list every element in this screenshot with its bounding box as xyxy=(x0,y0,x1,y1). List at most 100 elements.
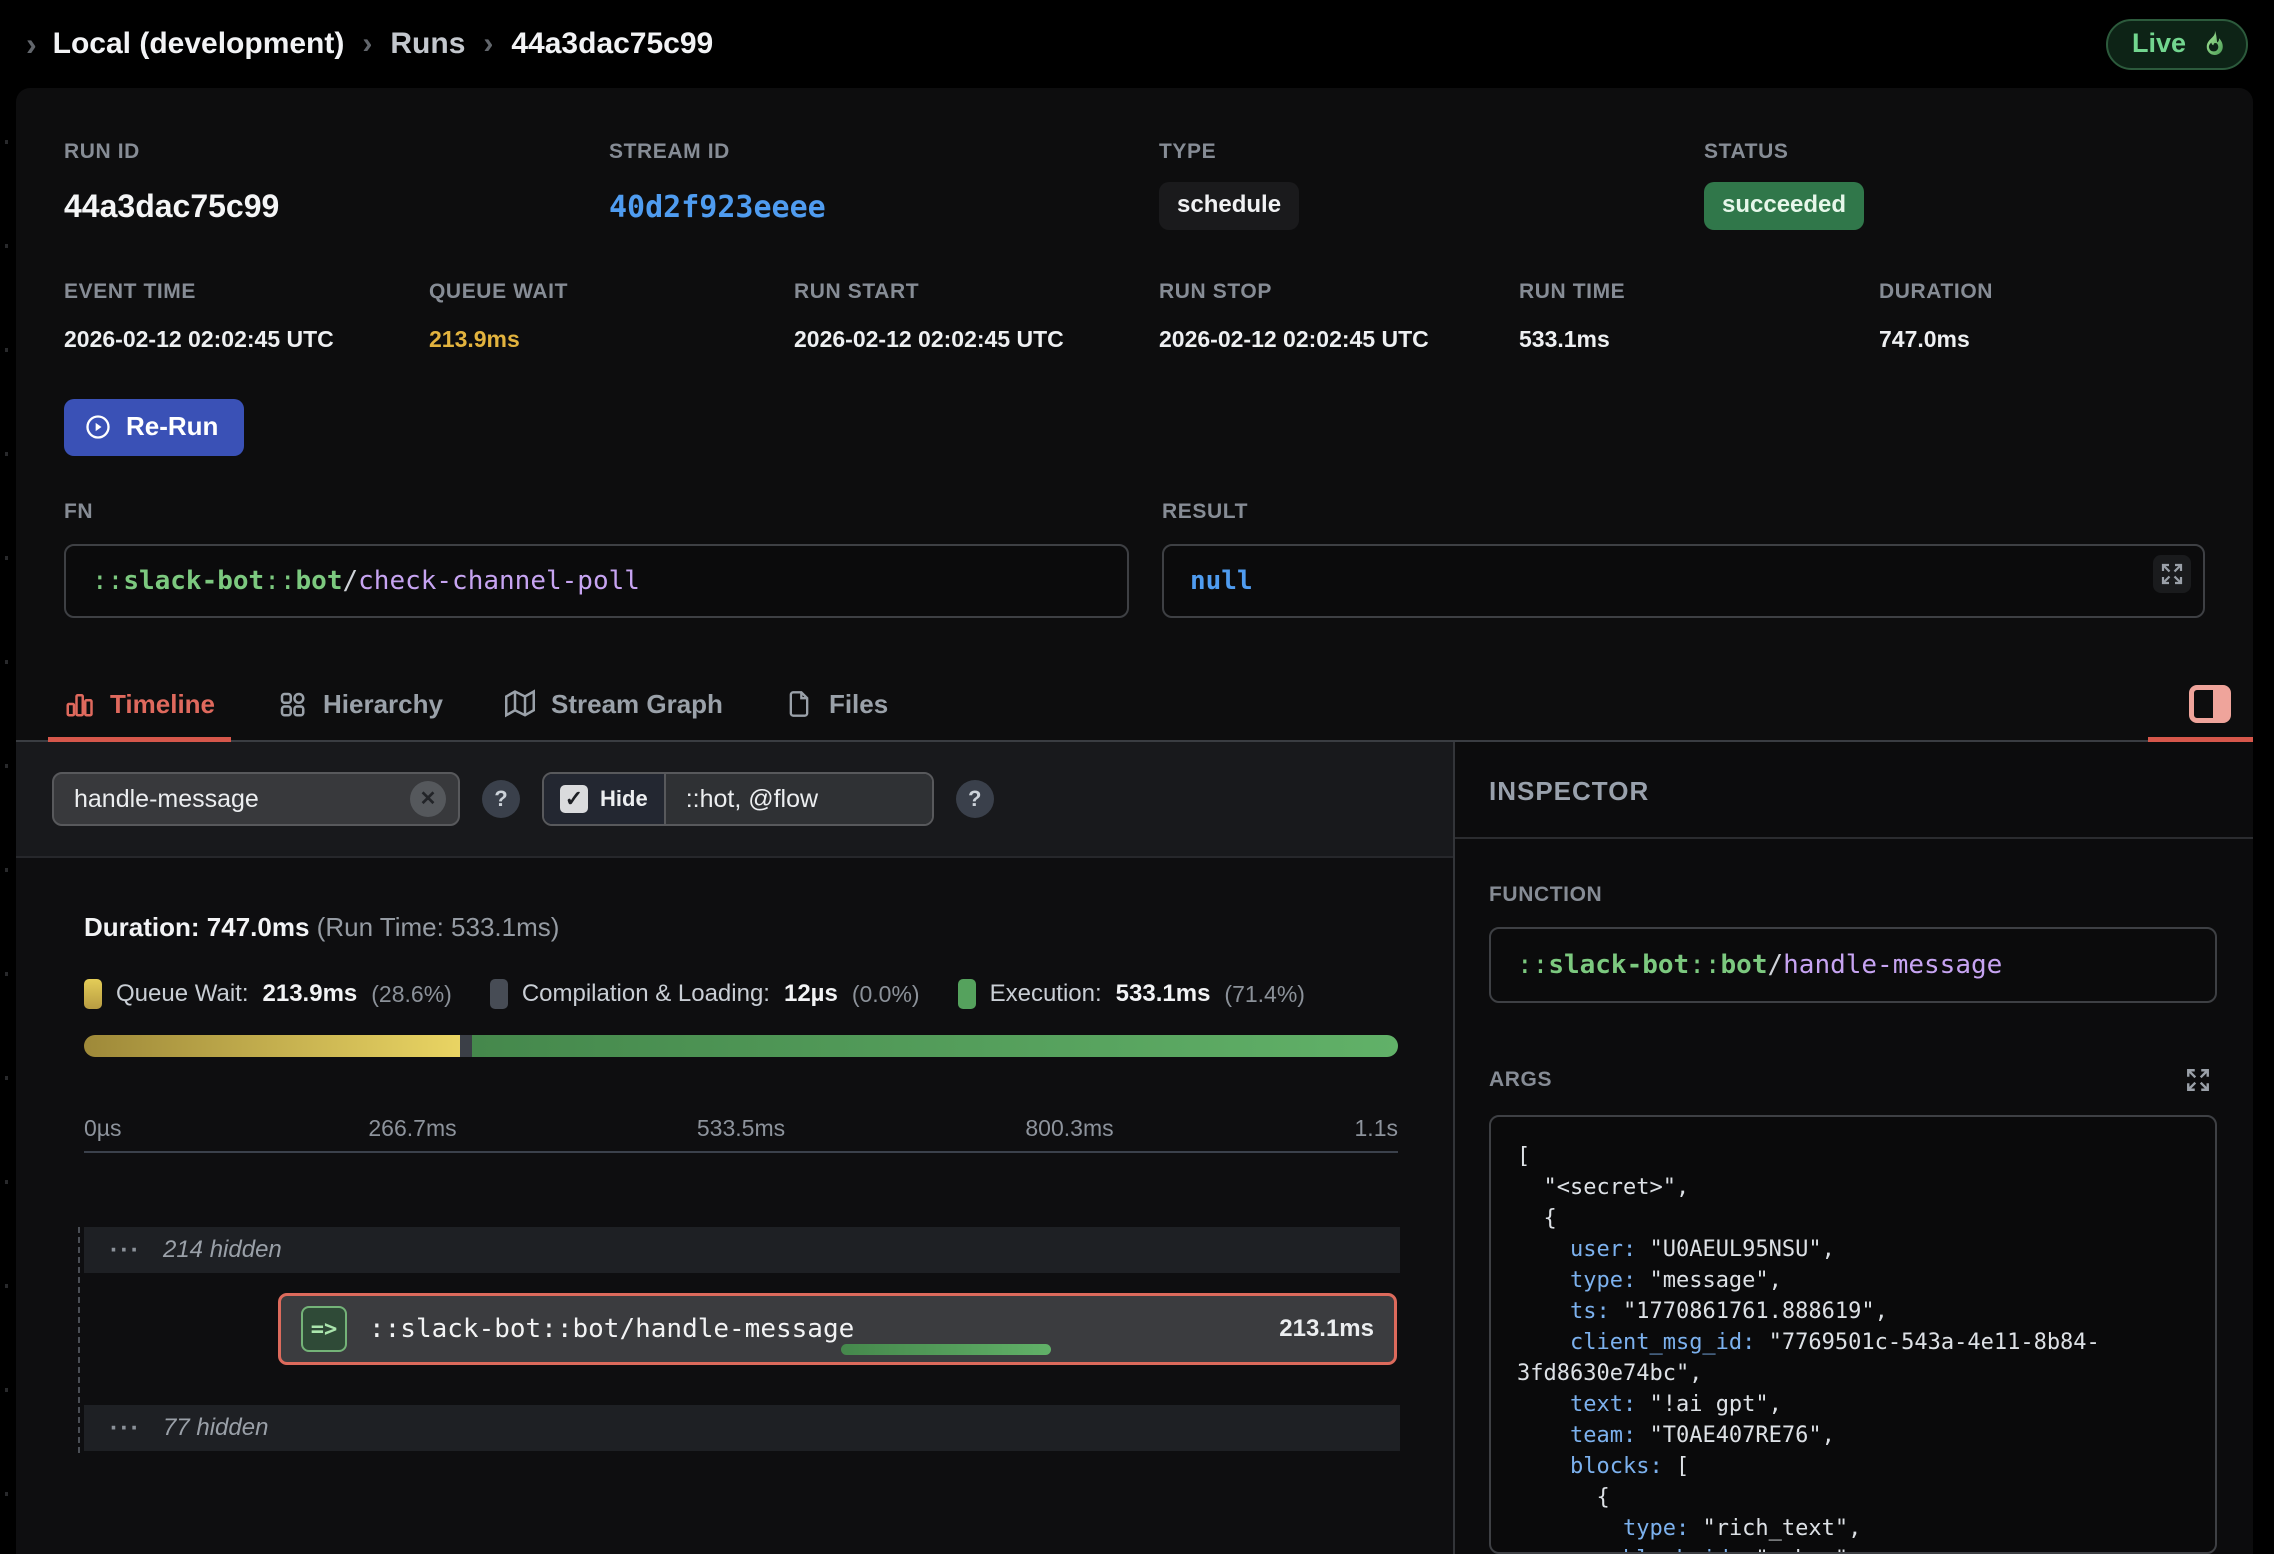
legend-compilation: Compilation & Loading: 12µs (0.0%) xyxy=(490,979,920,1009)
rerun-button[interactable]: Re-Run xyxy=(64,399,244,456)
axis-tick: 533.5ms xyxy=(697,1115,785,1142)
queue-wait-value: 213.9ms xyxy=(429,326,794,353)
tab-timeline[interactable]: Timeline xyxy=(64,668,215,740)
ellipsis-icon: ··· xyxy=(110,1236,141,1265)
fn-slash: / xyxy=(342,566,358,596)
field-label: STREAM ID xyxy=(609,140,1159,164)
hide-help-button[interactable]: ? xyxy=(956,780,994,818)
filter-help-button[interactable]: ? xyxy=(482,780,520,818)
hide-filter-input[interactable]: ::hot, @flow xyxy=(666,774,932,824)
args-header: ARGS xyxy=(1489,1061,2217,1099)
fn-module: bot xyxy=(296,566,343,596)
span-row-handle-message[interactable]: => ::slack-bot::bot/handle-message 213.1… xyxy=(278,1293,1397,1365)
run-detail-page: { "breadcrumb": { "sep": "›", "items": [… xyxy=(0,0,2274,1554)
duration-summary-label: Duration: xyxy=(84,912,200,942)
rerun-label: Re-Run xyxy=(126,411,218,442)
fn-package: slack-bot xyxy=(1548,950,1689,980)
fn-namespace-sep: :: xyxy=(92,566,123,596)
tab-content: handle-message ✕ ? ✓ Hide ::hot, @flow ? xyxy=(16,742,2253,1554)
span-arrow-badge: => xyxy=(301,1306,347,1352)
maximize-icon xyxy=(2185,1067,2211,1093)
span-duration: 213.1ms xyxy=(1279,1315,1374,1343)
args-code-box[interactable]: [ "<secret>", { user: "U0AEUL95NSU", typ… xyxy=(1489,1115,2217,1554)
timeline-pane: handle-message ✕ ? ✓ Hide ::hot, @flow ? xyxy=(16,742,1453,1554)
result-value: null xyxy=(1190,566,1253,596)
fn-namespace-sep: :: xyxy=(1517,950,1548,980)
live-badge[interactable]: Live xyxy=(2106,19,2248,70)
span-execution-bar xyxy=(841,1344,1051,1355)
hide-filter-group: ✓ Hide ::hot, @flow xyxy=(542,772,934,826)
breadcrumb-separator-icon: › xyxy=(483,27,493,61)
axis-tick: 266.7ms xyxy=(368,1115,456,1142)
tab-bar: Timeline Hierarchy Stream Graph Files xyxy=(16,668,2253,742)
field-event-time: EVENT TIME 2026-02-12 02:02:45 UTC xyxy=(64,280,429,353)
inspector-divider xyxy=(1455,837,2253,839)
ellipsis-icon: ··· xyxy=(110,1414,141,1443)
queue-wait-swatch xyxy=(84,979,102,1009)
play-circle-icon xyxy=(84,413,112,441)
close-icon: ✕ xyxy=(420,788,437,810)
field-queue-wait: QUEUE WAIT 213.9ms xyxy=(429,280,794,353)
breadcrumb-chevron-icon: › xyxy=(26,28,37,60)
args-expand-button[interactable] xyxy=(2179,1061,2217,1099)
hidden-count: 77 hidden xyxy=(163,1414,268,1442)
tab-files[interactable]: Files xyxy=(785,668,888,740)
fn-label: FN xyxy=(64,500,1129,524)
run-header: RUN ID 44a3dac75c99 STREAM ID 40d2f923ee… xyxy=(16,88,2253,618)
event-time-value: 2026-02-12 02:02:45 UTC xyxy=(64,326,429,353)
filter-bar: handle-message ✕ ? ✓ Hide ::hot, @flow ? xyxy=(16,742,1453,858)
hide-label: Hide xyxy=(600,786,648,812)
field-run-id: RUN ID 44a3dac75c99 xyxy=(64,140,609,230)
breadcrumb-separator-icon: › xyxy=(362,27,372,61)
flame-icon xyxy=(2198,28,2228,58)
fn-name: check-channel-poll xyxy=(358,566,640,596)
question-icon: ? xyxy=(968,786,981,811)
field-label: STATUS xyxy=(1704,140,2205,164)
type-badge: schedule xyxy=(1159,182,1299,230)
left-margin-dots xyxy=(5,140,8,1554)
fn-field: FN ::slack-bot::bot/check-channel-poll xyxy=(64,500,1129,618)
runtime-text: (Run Time: 533.1ms) xyxy=(317,912,560,942)
field-run-stop: RUN STOP 2026-02-12 02:02:45 UTC xyxy=(1159,280,1519,353)
tab-hierarchy[interactable]: Hierarchy xyxy=(277,668,443,740)
field-duration: DURATION 747.0ms xyxy=(1879,280,2205,353)
hide-filter-value: ::hot, @flow xyxy=(686,785,818,814)
hide-toggle[interactable]: ✓ Hide xyxy=(544,774,666,824)
fn-box: ::slack-bot::bot/check-channel-poll xyxy=(64,544,1129,618)
duration-summary: Duration: 747.0ms (Run Time: 533.1ms) xyxy=(84,912,1398,943)
hide-checkbox[interactable]: ✓ xyxy=(560,785,588,813)
hierarchy-icon xyxy=(277,689,307,719)
run-stop-value: 2026-02-12 02:02:45 UTC xyxy=(1159,326,1519,353)
clear-filter-button[interactable]: ✕ xyxy=(410,781,446,817)
stream-id-link[interactable]: 40d2f923eeee xyxy=(609,190,826,225)
duration-legend: Queue Wait: 213.9ms (28.6%) Compilation … xyxy=(84,979,1398,1009)
hidden-spans-row-bottom[interactable]: ··· 77 hidden xyxy=(84,1405,1400,1451)
fn-name: handle-message xyxy=(1783,950,2002,980)
fn-slash: / xyxy=(1767,950,1783,980)
duration-summary-value: 747.0ms xyxy=(207,912,310,942)
result-expand-button[interactable] xyxy=(2153,555,2191,593)
duration-stacked-bar xyxy=(84,1035,1398,1057)
hidden-spans-row-top[interactable]: ··· 214 hidden xyxy=(84,1227,1400,1273)
inspector-title: INSPECTOR xyxy=(1489,776,2217,807)
fn-namespace-sep: :: xyxy=(264,566,295,596)
queue-wait-segment xyxy=(84,1035,460,1057)
arrow-icon: => xyxy=(311,1317,338,1342)
axis-tick: 800.3ms xyxy=(1025,1115,1113,1142)
legend-queue-wait: Queue Wait: 213.9ms (28.6%) xyxy=(84,979,452,1009)
span-title: ::slack-bot::bot/handle-message xyxy=(369,1314,854,1344)
breadcrumb-env[interactable]: Local (development) xyxy=(53,27,345,61)
name-filter-input[interactable]: handle-message ✕ xyxy=(52,772,460,826)
tab-stream-graph[interactable]: Stream Graph xyxy=(505,668,723,740)
sidebar-right-icon xyxy=(2189,685,2231,723)
breadcrumb-runs[interactable]: Runs xyxy=(390,27,465,61)
axis-tick: 0µs xyxy=(84,1115,122,1142)
breadcrumb-bar: › Local (development) › Runs › 44a3dac75… xyxy=(0,0,2274,88)
compilation-segment xyxy=(460,1035,472,1057)
live-label: Live xyxy=(2132,28,2186,59)
tab-label: Files xyxy=(829,689,888,720)
bar-chart-icon xyxy=(64,689,94,719)
field-label: RUN ID xyxy=(64,140,609,164)
run-times-row: EVENT TIME 2026-02-12 02:02:45 UTC QUEUE… xyxy=(64,280,2205,353)
inspector-panel-toggle[interactable] xyxy=(2189,668,2231,740)
